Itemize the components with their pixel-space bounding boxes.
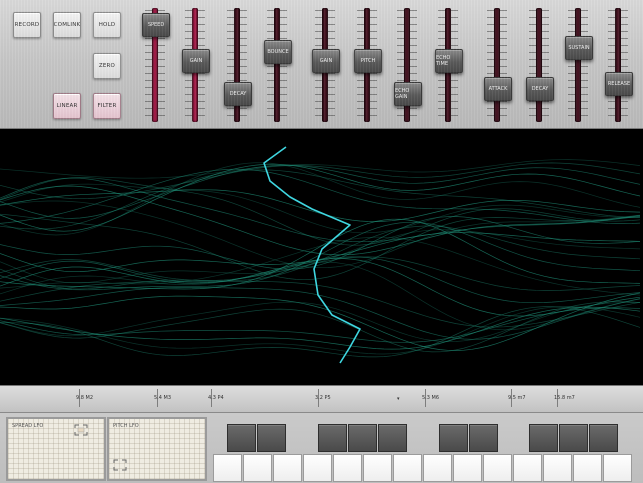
white-key[interactable] — [393, 454, 422, 482]
waveform-trace — [0, 159, 641, 179]
slider-knob[interactable]: GAIN — [312, 49, 340, 73]
slider-track[interactable] — [615, 8, 621, 122]
black-key[interactable] — [559, 424, 588, 452]
black-key[interactable] — [318, 424, 347, 452]
white-key[interactable] — [273, 454, 302, 482]
slider-knob[interactable]: GAIN — [182, 49, 210, 73]
white-key[interactable] — [573, 454, 602, 482]
white-key[interactable] — [303, 454, 332, 482]
white-key[interactable] — [423, 454, 452, 482]
interval-ruler[interactable]: ▾ 9.8 M2 5.4 M3 4.3 P4 3.2 P5 5.3 M6 9.5 m7 15… — [0, 386, 643, 413]
waveform-trace — [0, 261, 641, 331]
slider-track[interactable] — [536, 8, 542, 122]
white-key[interactable] — [363, 454, 392, 482]
comlink-button[interactable]: COMLINK — [53, 12, 81, 38]
waveform-canvas — [0, 146, 641, 364]
ruler-label: 5.4 M3 — [154, 395, 172, 401]
zero-button[interactable]: ZERO — [93, 53, 121, 79]
waveform-trace — [0, 236, 641, 296]
white-key[interactable] — [513, 454, 542, 482]
slider-track[interactable] — [274, 8, 280, 122]
slider-knob[interactable]: RELEASE — [605, 72, 633, 96]
bottom-panel: ▾ 9.8 M2 5.4 M3 4.3 P4 3.2 P5 5.3 M6 9.5 m7 15… — [0, 385, 643, 483]
black-key[interactable] — [439, 424, 468, 452]
black-key[interactable] — [469, 424, 498, 452]
white-key[interactable] — [603, 454, 632, 482]
white-key[interactable] — [453, 454, 482, 482]
slider-knob[interactable]: DECAY — [224, 82, 252, 106]
waveform-trace — [0, 306, 641, 350]
black-key[interactable] — [529, 424, 558, 452]
waveform-trace — [0, 301, 641, 353]
ruler-label: 4.3 P4 — [208, 395, 224, 401]
spread-lfo-label: SPREAD LFO — [12, 423, 44, 429]
ruler-label: 15.8 m7 — [554, 395, 575, 401]
ruler-label: 9.8 M2 — [76, 395, 94, 401]
waveform-trace — [0, 177, 641, 243]
waveform-trace — [0, 177, 641, 246]
black-key[interactable] — [257, 424, 286, 452]
waveform-visualizer[interactable] — [0, 129, 643, 385]
black-key[interactable] — [227, 424, 256, 452]
waveform-trace — [0, 164, 641, 219]
spread-lfo-handle-icon[interactable] — [74, 424, 88, 436]
white-key[interactable] — [213, 454, 242, 482]
slider-track[interactable] — [494, 8, 500, 122]
ruler-label: 5.3 M6 — [422, 395, 440, 401]
waveform-trace — [0, 185, 641, 256]
waveform-trace — [0, 225, 641, 290]
slider-knob[interactable]: ATTACK — [484, 77, 512, 101]
slider-track[interactable] — [575, 8, 581, 122]
white-key[interactable] — [333, 454, 362, 482]
spread-lfo-pad[interactable]: SPREAD LFO — [6, 417, 106, 481]
waveform-trace — [0, 200, 641, 269]
slider-knob[interactable]: DECAY — [526, 77, 554, 101]
black-key[interactable] — [378, 424, 407, 452]
control-panel: RECORD COMLINK HOLD ZERO LINEAR FILTER S… — [0, 0, 643, 129]
waveform-trace — [0, 163, 641, 232]
hold-button[interactable]: HOLD — [93, 12, 121, 38]
ruler-marker-icon: ▾ — [397, 396, 400, 402]
pitch-lfo-handle-icon[interactable] — [113, 459, 127, 471]
waveform-trace — [0, 256, 641, 304]
slider-knob[interactable]: ECHO TIME — [435, 49, 463, 73]
linear-button[interactable]: LINEAR — [53, 93, 81, 119]
slider-knob[interactable]: SUSTAIN — [565, 36, 593, 60]
pitch-lfo-pad[interactable]: PITCH LFO — [107, 417, 207, 481]
black-key[interactable] — [589, 424, 618, 452]
ruler-label: 3.2 P5 — [315, 395, 331, 401]
white-key[interactable] — [543, 454, 572, 482]
pitch-lfo-label: PITCH LFO — [113, 423, 139, 429]
black-key[interactable] — [348, 424, 377, 452]
slider-knob[interactable]: SPEED — [142, 13, 170, 37]
slider-knob[interactable]: PITCH — [354, 49, 382, 73]
record-button[interactable]: RECORD — [13, 12, 41, 38]
ruler-label: 9.5 m7 — [508, 395, 526, 401]
filter-button[interactable]: FILTER — [93, 93, 121, 119]
white-key[interactable] — [243, 454, 272, 482]
white-key[interactable] — [483, 454, 512, 482]
slider-knob[interactable]: ECHO GAIN — [394, 82, 422, 106]
slider-knob[interactable]: BOUNCE — [264, 40, 292, 64]
waveform-trace — [0, 287, 641, 340]
waveform-trace — [0, 306, 641, 355]
